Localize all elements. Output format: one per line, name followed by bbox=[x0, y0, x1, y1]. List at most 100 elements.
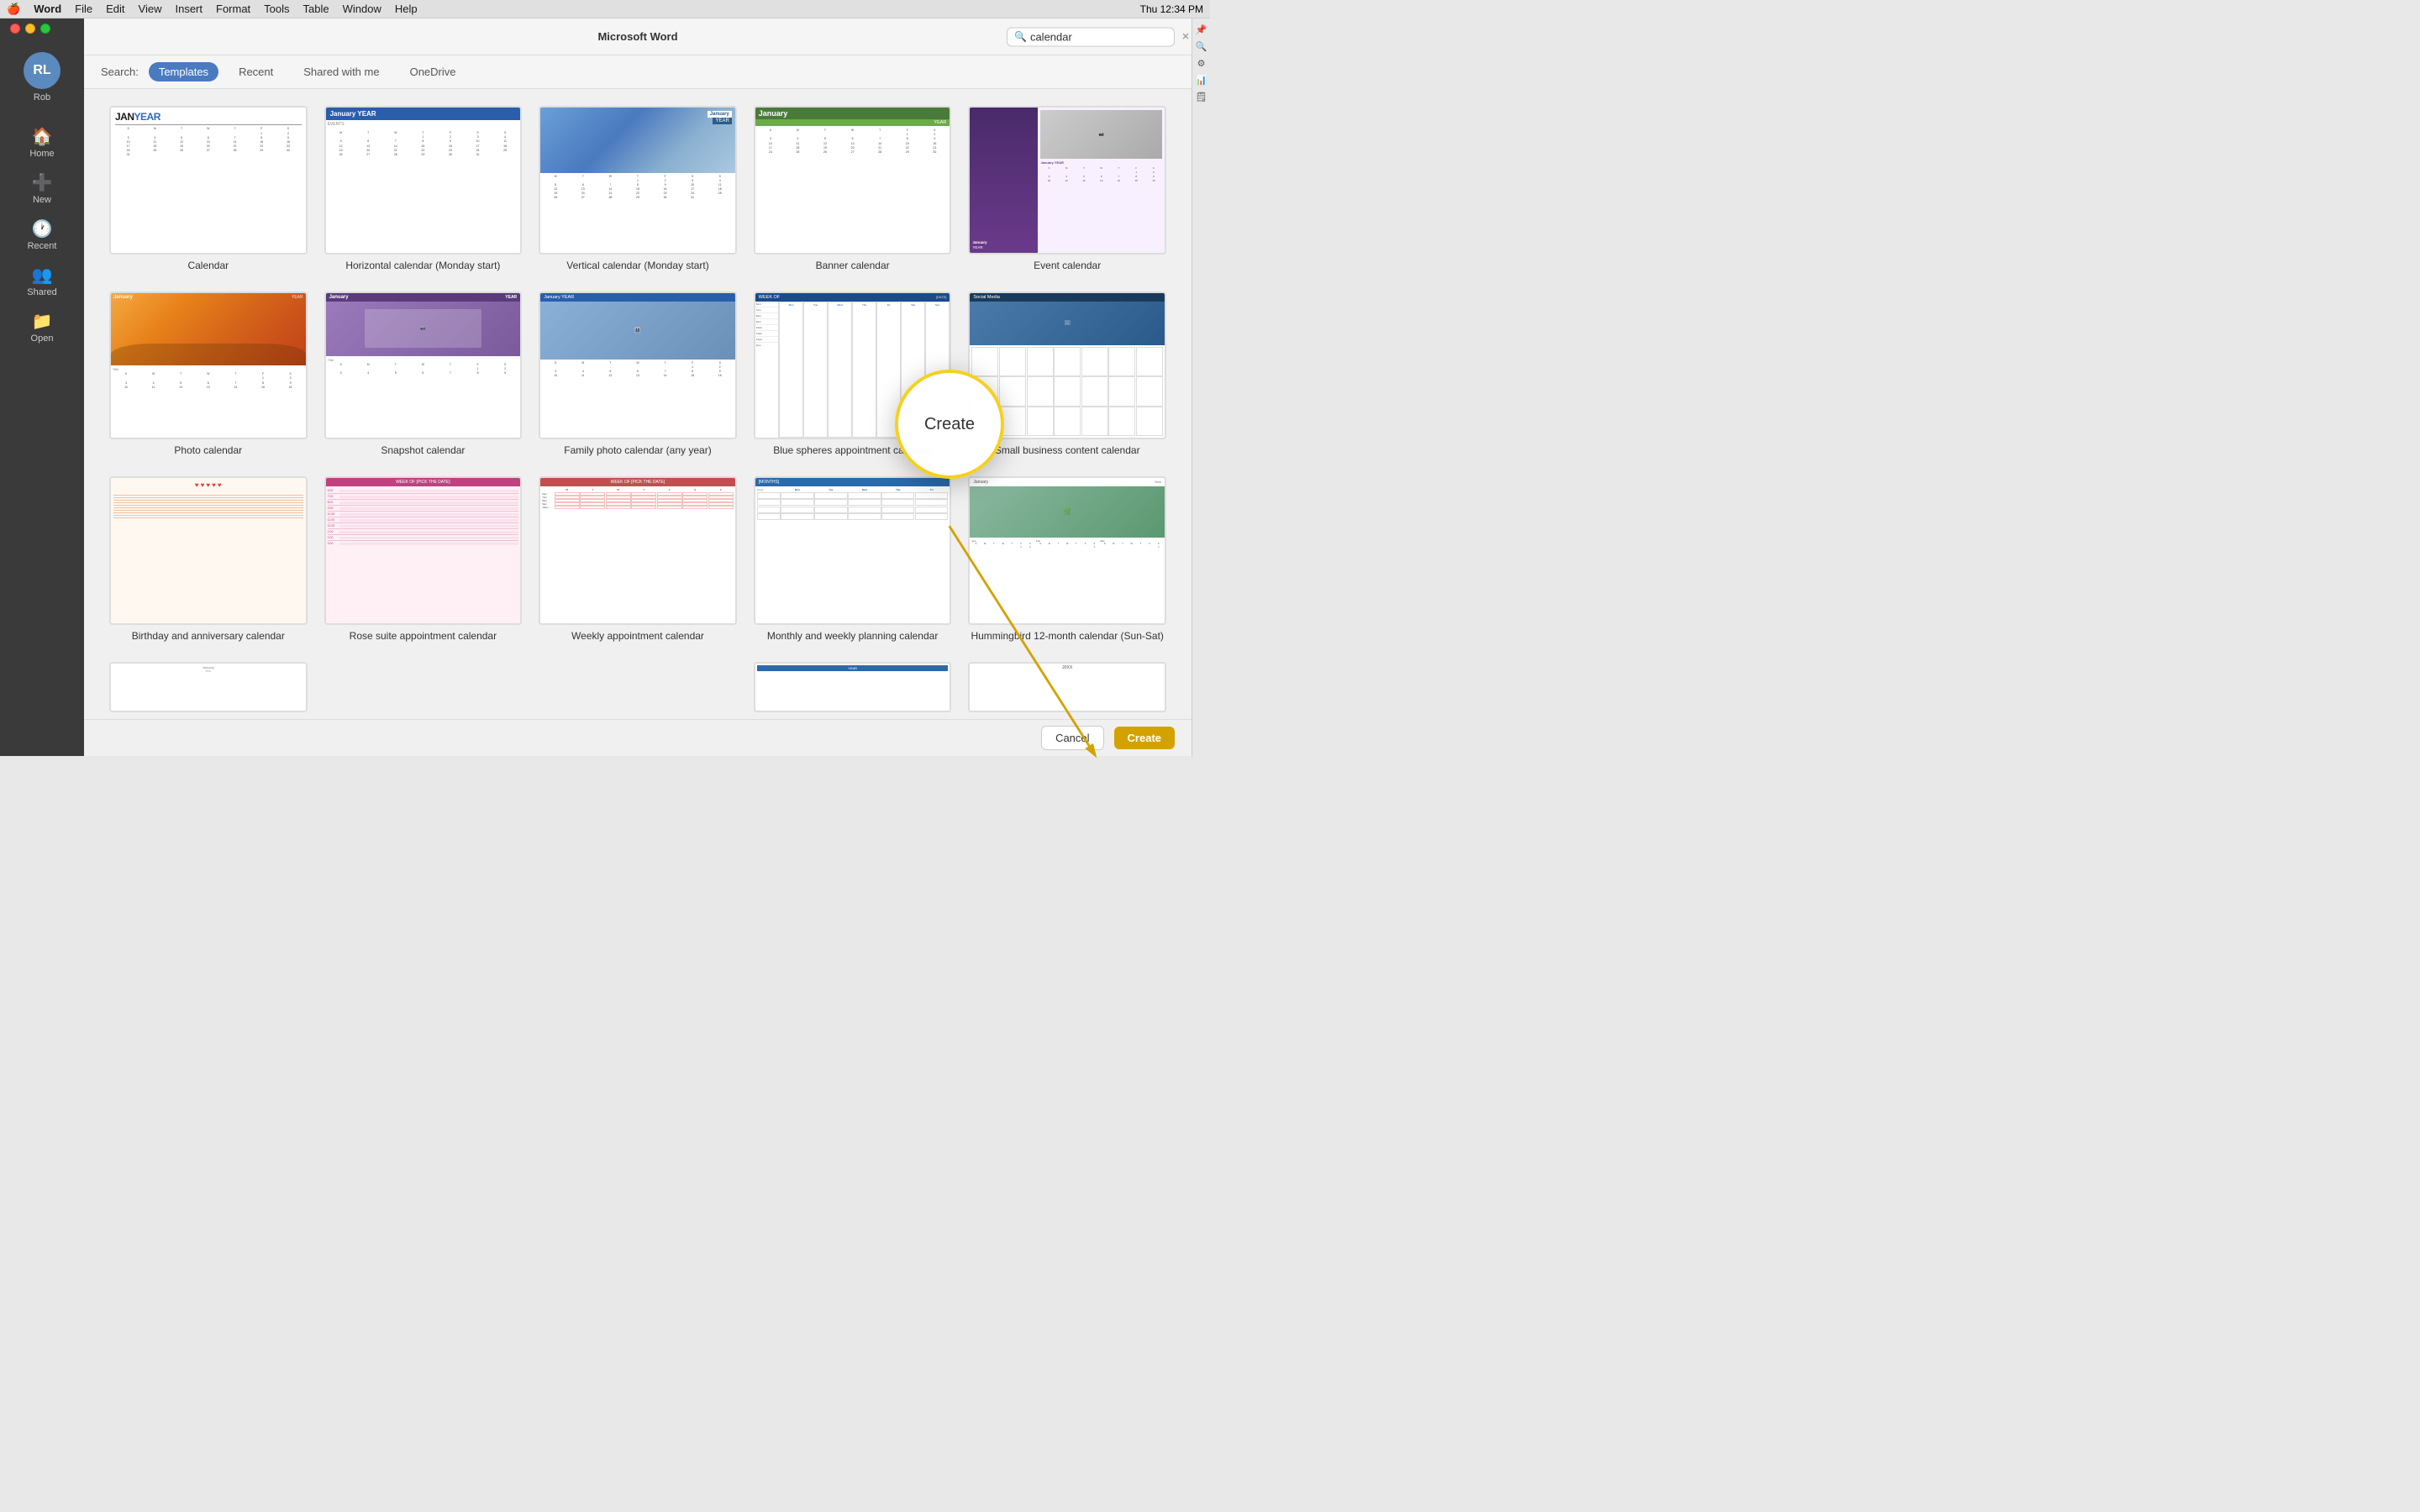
template-name-monthly-weekly: Monthly and weekly planning calendar bbox=[767, 630, 938, 642]
template-name-weekly: Weekly appointment calendar bbox=[571, 630, 704, 642]
sidebar-item-recent[interactable]: 🕐 Recent bbox=[0, 212, 84, 258]
template-name-horizontal: Horizontal calendar (Monday start) bbox=[345, 260, 500, 271]
dock-icon-4[interactable]: 📊 bbox=[1194, 72, 1209, 87]
create-button[interactable]: Create bbox=[1114, 727, 1175, 749]
app-window: RL Rob 🏠 Home ➕ New 🕐 Recent 👥 Shared 📁 … bbox=[0, 18, 1210, 756]
menu-help[interactable]: Help bbox=[395, 3, 418, 15]
search-input-wrap[interactable]: 🔍 ✕ bbox=[1007, 27, 1175, 46]
template-card-hummingbird[interactable]: January Year 🌿 Jan SMTWTFS 12 bbox=[968, 476, 1166, 642]
template-card-partial-5[interactable]: 20XX bbox=[968, 662, 1166, 712]
menu-view[interactable]: View bbox=[139, 3, 162, 15]
minimize-button[interactable] bbox=[25, 24, 35, 34]
template-card-rose[interactable]: WEEK OF [PICK THE DATE] 6:00 7:00 8:00 9… bbox=[324, 476, 523, 642]
template-name-small-biz: Small business content calendar bbox=[995, 444, 1140, 456]
tab-shared[interactable]: Shared with me bbox=[293, 62, 389, 81]
template-name-event: Event calendar bbox=[1034, 260, 1101, 271]
titlebar: Microsoft Word 🔍 ✕ bbox=[84, 18, 1192, 55]
bottom-bar: Cancel Create bbox=[84, 719, 1192, 756]
template-card-family[interactable]: January YEAR 👨‍👩‍👧‍👦 SMTWTFS 12 3456789 … bbox=[539, 291, 737, 457]
template-card-monthly-weekly[interactable]: [MONTHS] Week Mon Tue Wed Thu Fri bbox=[754, 476, 952, 642]
template-name-snapshot: Snapshot calendar bbox=[381, 444, 465, 456]
template-name-birthday: Birthday and anniversary calendar bbox=[132, 630, 285, 642]
cancel-button[interactable]: Cancel bbox=[1041, 726, 1103, 750]
template-thumb-family: January YEAR 👨‍👩‍👧‍👦 SMTWTFS 12 3456789 … bbox=[539, 291, 737, 440]
template-thumb-partial-5: 20XX bbox=[968, 662, 1166, 712]
template-card-horizontal[interactable]: January YEAR EVENTS MTWTFSS 1234 5678910… bbox=[324, 106, 523, 271]
template-card-partial-4[interactable]: YEAR bbox=[754, 662, 952, 712]
sidebar-new-label: New bbox=[33, 195, 51, 205]
sidebar-shared-label: Shared bbox=[27, 287, 56, 297]
template-name-family: Family photo calendar (any year) bbox=[564, 444, 711, 456]
menu-tools[interactable]: Tools bbox=[264, 3, 289, 15]
search-input[interactable] bbox=[1030, 30, 1178, 43]
menu-table[interactable]: Table bbox=[303, 3, 329, 15]
maximize-button[interactable] bbox=[40, 24, 50, 34]
main-content: Microsoft Word 🔍 ✕ Search: Templates Rec… bbox=[84, 18, 1192, 756]
menu-format[interactable]: Format bbox=[216, 3, 250, 15]
sidebar-open-label: Open bbox=[31, 333, 54, 344]
template-card-weekly[interactable]: WEEK OF [PICK THE DATE] M T W T F S S bbox=[539, 476, 737, 642]
dock-icon-1[interactable]: 📌 bbox=[1194, 22, 1209, 37]
right-dock: 📌 🔍 ⚙ 📊 🗒 bbox=[1192, 18, 1210, 756]
template-card-vertical[interactable]: January YEAR MTWTFSS 1234 567891011 1213… bbox=[539, 106, 737, 271]
searchbar: 🔍 ✕ bbox=[1007, 27, 1175, 46]
avatar[interactable]: RL bbox=[24, 52, 60, 89]
menu-file[interactable]: File bbox=[75, 3, 92, 15]
shared-icon: 👥 bbox=[32, 265, 53, 286]
sidebar: RL Rob 🏠 Home ➕ New 🕐 Recent 👥 Shared 📁 … bbox=[0, 18, 84, 756]
menu-edit[interactable]: Edit bbox=[106, 3, 124, 15]
menu-word[interactable]: Word bbox=[34, 3, 61, 15]
template-thumb-calendar: JANYEAR SMTWTFS 12 3456789 1011121314151… bbox=[109, 106, 308, 255]
template-thumb-banner: January YEAR SMTWTFS 12 3456789 10111213… bbox=[754, 106, 952, 255]
template-thumb-birthday: ♥ ♥ ♥ ♥ ♥ bbox=[109, 476, 308, 625]
template-thumb-vertical: January YEAR MTWTFSS 1234 567891011 1213… bbox=[539, 106, 737, 255]
template-name-rose: Rose suite appointment calendar bbox=[350, 630, 497, 642]
sidebar-home-label: Home bbox=[29, 149, 54, 159]
template-card-event[interactable]: January YEAR 📷 January YEAR SMT bbox=[968, 106, 1166, 271]
dock-icon-5[interactable]: 🗒 bbox=[1194, 89, 1209, 104]
avatar-name: Rob bbox=[34, 92, 50, 102]
template-grid: JANYEAR SMTWTFS 12 3456789 1011121314151… bbox=[84, 89, 1192, 719]
template-card-banner[interactable]: January YEAR SMTWTFS 12 3456789 10111213… bbox=[754, 106, 952, 271]
template-card-photo[interactable]: January YEAR Title SMTWTFS 12 3456789 bbox=[109, 291, 308, 457]
open-icon: 📁 bbox=[32, 311, 53, 332]
menubar-right: Thu 12:34 PM bbox=[1140, 3, 1203, 15]
template-card-calendar[interactable]: JANYEAR SMTWTFS 12 3456789 1011121314151… bbox=[109, 106, 308, 271]
tab-templates[interactable]: Templates bbox=[149, 62, 218, 81]
template-name-calendar: Calendar bbox=[187, 260, 229, 271]
tab-recent[interactable]: Recent bbox=[229, 62, 283, 81]
template-thumb-hummingbird: January Year 🌿 Jan SMTWTFS 12 bbox=[968, 476, 1166, 625]
sidebar-item-open[interactable]: 📁 Open bbox=[0, 304, 84, 350]
template-name-vertical: Vertical calendar (Monday start) bbox=[566, 260, 708, 271]
search-icon: 🔍 bbox=[1014, 31, 1027, 43]
sidebar-item-new[interactable]: ➕ New bbox=[0, 165, 84, 212]
recent-icon: 🕐 bbox=[32, 218, 53, 239]
sidebar-item-home[interactable]: 🏠 Home bbox=[0, 119, 84, 165]
close-button[interactable] bbox=[10, 24, 20, 34]
template-name-hummingbird: Hummingbird 12-month calendar (Sun-Sat) bbox=[971, 630, 1163, 642]
menu-insert[interactable]: Insert bbox=[175, 3, 203, 15]
template-thumb-snapshot: JanuaryYEAR 📷 Title SMTWT bbox=[324, 291, 523, 440]
new-icon: ➕ bbox=[32, 172, 53, 193]
sidebar-recent-label: Recent bbox=[28, 241, 57, 251]
template-thumb-horizontal: January YEAR EVENTS MTWTFSS 1234 5678910… bbox=[324, 106, 523, 255]
dock-icon-3[interactable]: ⚙ bbox=[1194, 55, 1209, 71]
clear-search-button[interactable]: ✕ bbox=[1181, 31, 1190, 43]
traffic-lights bbox=[10, 24, 50, 34]
template-thumb-photo: January YEAR Title SMTWTFS 12 3456789 bbox=[109, 291, 308, 440]
template-name-banner: Banner calendar bbox=[816, 260, 890, 271]
create-overlay-circle[interactable]: Create bbox=[895, 370, 1004, 479]
sidebar-item-shared[interactable]: 👥 Shared bbox=[0, 258, 84, 304]
filter-bar: Search: Templates Recent Shared with me … bbox=[84, 55, 1192, 89]
template-card-partial-1[interactable]: January Year bbox=[109, 662, 308, 712]
dock-icon-2[interactable]: 🔍 bbox=[1194, 39, 1209, 54]
template-thumb-partial-1: January Year bbox=[109, 662, 308, 712]
menu-window[interactable]: Window bbox=[343, 3, 381, 15]
template-card-birthday[interactable]: ♥ ♥ ♥ ♥ ♥ bbox=[109, 476, 308, 642]
template-thumb-event: January YEAR 📷 January YEAR SMT bbox=[968, 106, 1166, 255]
menubar: 🍎 Word File Edit View Insert Format Tool… bbox=[0, 0, 1210, 18]
apple-menu[interactable]: 🍎 bbox=[7, 3, 20, 16]
template-card-snapshot[interactable]: JanuaryYEAR 📷 Title SMTWT bbox=[324, 291, 523, 457]
template-thumb-weekly: WEEK OF [PICK THE DATE] M T W T F S S bbox=[539, 476, 737, 625]
tab-onedrive[interactable]: OneDrive bbox=[400, 62, 466, 81]
